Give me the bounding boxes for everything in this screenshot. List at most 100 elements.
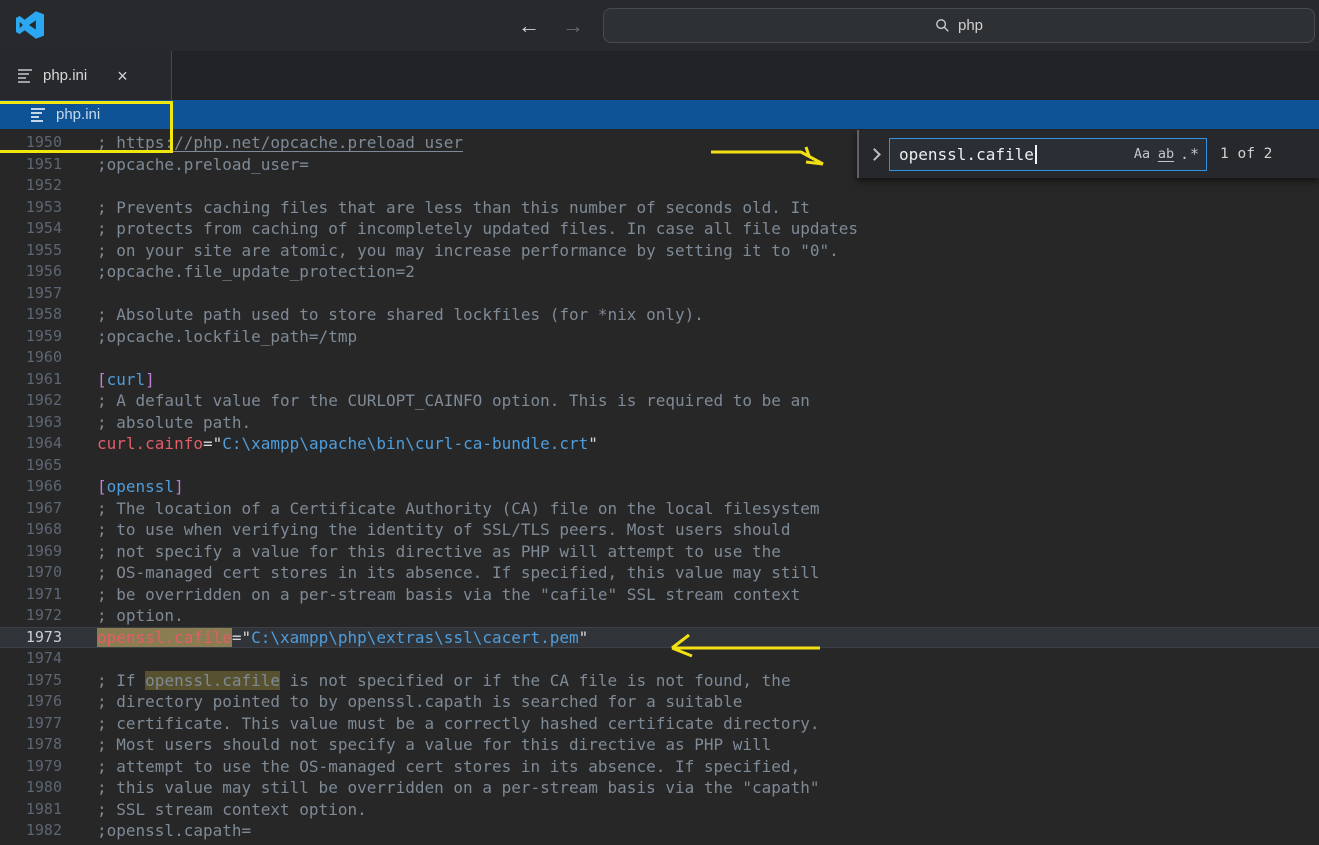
code-line[interactable]: 1967; The location of a Certificate Auth… bbox=[0, 498, 1319, 520]
line-number[interactable]: 1964 bbox=[0, 433, 62, 455]
line-number[interactable]: 1956 bbox=[0, 261, 62, 283]
line-number[interactable]: 1969 bbox=[0, 541, 62, 563]
line-number[interactable]: 1977 bbox=[0, 713, 62, 735]
find-results-count: 1 of 2 bbox=[1220, 146, 1272, 162]
line-content: ; Most users should not specify a value … bbox=[97, 734, 1319, 756]
find-query-text: openssl.cafile bbox=[899, 145, 1034, 164]
line-number[interactable]: 1970 bbox=[0, 562, 62, 584]
tab-php-ini[interactable]: php.ini × bbox=[0, 51, 172, 100]
vscode-logo-icon bbox=[16, 11, 44, 39]
line-number[interactable]: 1950 bbox=[0, 132, 62, 154]
line-number[interactable]: 1982 bbox=[0, 820, 62, 842]
code-line[interactable]: 1977; certificate. This value must be a … bbox=[0, 713, 1319, 735]
line-number[interactable]: 1952 bbox=[0, 175, 62, 197]
code-line[interactable]: 1972 ; option. bbox=[0, 605, 1319, 627]
line-content: ; SSL stream context option. bbox=[97, 799, 1319, 821]
match-case-toggle[interactable]: Aa bbox=[1130, 142, 1154, 166]
code-line[interactable]: 1979 ; attempt to use the OS-managed cert… bbox=[0, 756, 1319, 778]
code-line[interactable]: 1980; this value may still be overridden… bbox=[0, 777, 1319, 799]
code-line[interactable]: 1978 ; Most users should not specify a va… bbox=[0, 734, 1319, 756]
line-number[interactable]: 1968 bbox=[0, 519, 62, 541]
back-arrow-icon[interactable]: ← bbox=[518, 13, 540, 39]
vscode-window: ← → php php.ini × php.ini 1950; https://… bbox=[0, 0, 1319, 845]
line-number[interactable]: 1951 bbox=[0, 154, 62, 176]
line-content bbox=[97, 175, 1319, 197]
tab-close-icon[interactable]: × bbox=[117, 67, 128, 85]
code-line[interactable]: 1975 ; If openssl.cafile is not specified… bbox=[0, 670, 1319, 692]
line-number[interactable]: 1972 bbox=[0, 605, 62, 627]
line-number[interactable]: 1971 bbox=[0, 584, 62, 606]
line-number[interactable]: 1981 bbox=[0, 799, 62, 821]
search-icon bbox=[935, 18, 950, 33]
code-line[interactable]: 1958; Absolute path used to store shared… bbox=[0, 304, 1319, 326]
code-line[interactable]: 1953; Prevents caching files that are le… bbox=[0, 197, 1319, 219]
code-line[interactable]: 1970 ; OS-managed cert stores in its abse… bbox=[0, 562, 1319, 584]
line-number[interactable]: 1975 bbox=[0, 670, 62, 692]
line-number[interactable]: 1980 bbox=[0, 777, 62, 799]
find-input[interactable]: openssl.cafile Aa ab .* bbox=[889, 138, 1207, 171]
line-content: ; OS-managed cert stores in its absence.… bbox=[97, 562, 1319, 584]
line-number[interactable]: 1978 bbox=[0, 734, 62, 756]
code-line[interactable]: 1956;opcache.file_update_protection=2 bbox=[0, 261, 1319, 283]
forward-arrow-icon[interactable]: → bbox=[562, 13, 584, 39]
text-caret bbox=[1035, 145, 1037, 164]
line-content: ; option. bbox=[97, 605, 1319, 627]
code-lines: 1950; https://php.net/opcache.preload_us… bbox=[0, 132, 1319, 842]
line-number[interactable]: 1958 bbox=[0, 304, 62, 326]
line-content: ; attempt to use the OS-managed cert sto… bbox=[97, 756, 1319, 778]
code-line[interactable]: 1962; A default value for the CURLOPT_CA… bbox=[0, 390, 1319, 412]
line-number[interactable]: 1960 bbox=[0, 347, 62, 369]
code-line[interactable]: 1954 ; protects from caching of incomplet… bbox=[0, 218, 1319, 240]
code-line[interactable]: 1965 bbox=[0, 455, 1319, 477]
code-line[interactable]: 1968 ; to use when verifying the identity… bbox=[0, 519, 1319, 541]
line-content bbox=[97, 347, 1319, 369]
code-line[interactable]: 1976; directory pointed to by openssl.ca… bbox=[0, 691, 1319, 713]
line-content: ; protects from caching of incompletely … bbox=[97, 218, 1319, 240]
whole-word-toggle[interactable]: ab bbox=[1154, 142, 1178, 166]
code-line[interactable]: 1981 ; SSL stream context option. bbox=[0, 799, 1319, 821]
line-number[interactable]: 1966 bbox=[0, 476, 62, 498]
line-number[interactable]: 1963 bbox=[0, 412, 62, 434]
code-line[interactable]: 1982;openssl.capath= bbox=[0, 820, 1319, 842]
line-content: ; If openssl.cafile is not specified or … bbox=[97, 670, 1319, 692]
line-content bbox=[97, 455, 1319, 477]
line-number[interactable]: 1973 bbox=[0, 627, 62, 649]
command-center-search[interactable]: php bbox=[603, 8, 1315, 43]
line-number[interactable]: 1974 bbox=[0, 648, 62, 670]
toggle-replace-chevron-icon[interactable] bbox=[859, 150, 889, 159]
code-line[interactable]: 1971; be overridden on a per-stream basi… bbox=[0, 584, 1319, 606]
command-center-search-value: php bbox=[958, 17, 983, 34]
find-widget: openssl.cafile Aa ab .* 1 of 2 bbox=[857, 130, 1319, 178]
code-line[interactable]: 1963; absolute path. bbox=[0, 412, 1319, 434]
line-number[interactable]: 1957 bbox=[0, 283, 62, 305]
code-line[interactable]: 1964 curl.cainfo="C:\xampp\apache\bin\cur… bbox=[0, 433, 1319, 455]
code-line[interactable]: 1955; on your site are atomic, you may i… bbox=[0, 240, 1319, 262]
editor-pane[interactable]: 1950; https://php.net/opcache.preload_us… bbox=[0, 129, 1319, 845]
file-list-icon bbox=[18, 69, 32, 82]
line-number[interactable]: 1953 bbox=[0, 197, 62, 219]
code-line[interactable]: 1961[curl] bbox=[0, 369, 1319, 391]
regex-toggle[interactable]: .* bbox=[1178, 142, 1202, 166]
line-number[interactable]: 1962 bbox=[0, 390, 62, 412]
line-number[interactable]: 1979 bbox=[0, 756, 62, 778]
code-line[interactable]: 1974 bbox=[0, 648, 1319, 670]
line-number[interactable]: 1961 bbox=[0, 369, 62, 391]
line-number[interactable]: 1967 bbox=[0, 498, 62, 520]
line-number[interactable]: 1976 bbox=[0, 691, 62, 713]
code-line[interactable]: 1957 bbox=[0, 283, 1319, 305]
line-number[interactable]: 1954 bbox=[0, 218, 62, 240]
code-line[interactable]: 1960 bbox=[0, 347, 1319, 369]
line-content: [openssl] bbox=[97, 476, 1319, 498]
line-content: ; to use when verifying the identity of … bbox=[97, 519, 1319, 541]
line-number[interactable]: 1965 bbox=[0, 455, 62, 477]
line-content: ;opcache.lockfile_path=/tmp bbox=[97, 326, 1319, 348]
code-line[interactable]: 1952 bbox=[0, 175, 1319, 197]
breadcrumb-file-label[interactable]: php.ini bbox=[56, 106, 100, 123]
code-line[interactable]: 1959 ;opcache.lockfile_path=/tmp bbox=[0, 326, 1319, 348]
code-line[interactable]: 1966 [openssl] bbox=[0, 476, 1319, 498]
line-content: curl.cainfo="C:\xampp\apache\bin\curl-ca… bbox=[97, 433, 1319, 455]
line-number[interactable]: 1955 bbox=[0, 240, 62, 262]
code-line[interactable]: 1969; not specify a value for this direc… bbox=[0, 541, 1319, 563]
code-line[interactable]: 1973openssl.cafile="C:\xampp\php\extras\… bbox=[0, 627, 1319, 649]
line-number[interactable]: 1959 bbox=[0, 326, 62, 348]
